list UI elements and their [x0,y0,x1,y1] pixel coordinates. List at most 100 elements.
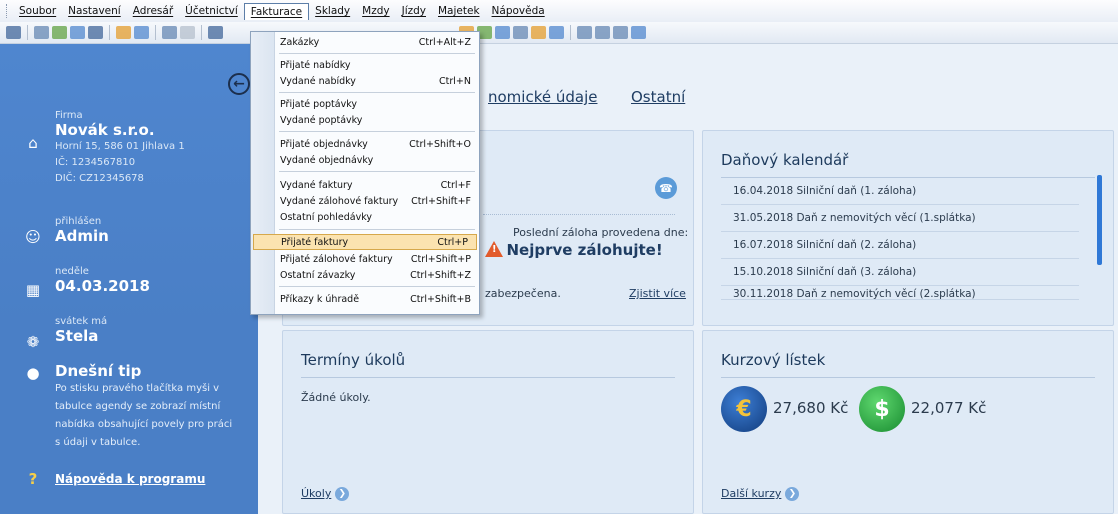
menu-separator [279,171,475,172]
menu-majetek[interactable]: Majetek [432,3,486,19]
chevron-right-icon[interactable]: ❯ [785,487,800,501]
euro-icon: € [721,386,767,432]
menu-adresar[interactable]: Adresář [127,3,179,19]
menu-item-vydane-faktury[interactable]: Vydané faktury Ctrl+F [251,177,479,193]
usd-rate: 22,077 Kč [911,399,987,417]
menu-separator [279,229,475,230]
help-cursor-icon[interactable] [631,26,646,39]
toolbar-separator [201,25,202,40]
grid-icon[interactable] [595,26,610,39]
menu-item-prikazy-k-uhrade[interactable]: Příkazy k úhradě Ctrl+Shift+B [251,291,479,307]
back-arrow-icon[interactable] [162,26,177,39]
filter-icon[interactable] [134,26,149,39]
nameday-block: svátek má Stela [55,316,107,345]
menu-item-zakazky[interactable]: Zakázky Ctrl+Alt+Z [251,34,479,50]
tax-calendar-scrollbar[interactable] [1097,175,1102,265]
tab-other[interactable]: Ostatní [631,88,685,106]
tip-title: Dnešní tip [55,362,142,380]
tip-text: Po stisku pravého tlačítka myši v tabulc… [55,383,233,448]
list-icon[interactable] [577,26,592,39]
login-label: přihlášen [55,216,102,227]
ean-icon[interactable] [549,26,564,39]
menu-nastaveni[interactable]: Nastavení [62,3,127,19]
backup-warning: Nejprve zálohujte! [485,241,663,259]
menu-jizdy[interactable]: Jízdy [396,3,432,19]
menu-item-vydane-objednavky[interactable]: Vydané objednávky [251,152,479,168]
day-label: neděle [55,266,89,277]
print-icon[interactable] [88,26,103,39]
menu-item-prijate-poptavky[interactable]: Přijaté poptávky [251,96,479,112]
more-info-link[interactable]: Zjistit více [629,287,686,300]
menu-item-vydane-nabidky[interactable]: Vydané nabídky Ctrl+N [251,73,479,89]
tax-calendar-card: Daňový kalendář 16.04.2018 Silniční daň … [702,130,1114,326]
chevron-right-icon[interactable]: ❯ [335,487,350,501]
no-tasks-text: Žádné úkoly. [301,391,371,404]
menu-separator [279,131,475,132]
collapse-sidebar-button[interactable]: ← [228,73,250,95]
table-icon[interactable] [495,26,510,39]
calculator-icon[interactable] [513,26,528,39]
last-backup-label: Poslední záloha provedena dne: [513,226,689,239]
menu-sklady[interactable]: Sklady [309,3,356,19]
firm-address: Horní 15, 586 01 Jihlava 1 [55,141,185,152]
firm-dic: DIČ: CZ12345678 [55,173,144,184]
menu-item-prijate-zalohove-faktury[interactable]: Přijaté zálohové faktury Ctrl+Shift+P [251,251,479,267]
nameday-label: svátek má [55,316,108,327]
menu-napoveda[interactable]: Nápověda [486,3,551,19]
menu-item-prijate-nabidky[interactable]: Přijaté nabídky [251,57,479,73]
menu-mzdy[interactable]: Mzdy [356,3,395,19]
firm-block: Firma Novák s.r.o. Horní 15, 586 01 Jihl… [55,110,185,187]
tab-economic[interactable]: nomické údaje [488,88,597,106]
backup-warning-text: Nejprve zálohujte! [506,241,663,259]
tasks-card: Termíny úkolů Žádné úkoly. Úkoly ❯ [282,330,694,514]
menu-bar: Soubor Nastavení Adresář Účetnictví Fakt… [0,0,1118,22]
date-block: neděle 04.03.2018 [55,266,150,295]
sidebar: ← ⌂ Firma Novák s.r.o. Horní 15, 586 01 … [0,44,258,514]
phone-icon[interactable]: ☎ [655,177,677,199]
secured-text: zabezpečena. [485,287,561,300]
tax-row[interactable]: 15.10.2018 Silniční daň (3. záloha) [721,259,1079,286]
users-icon[interactable] [531,26,546,39]
menu-item-ostatni-zavazky[interactable]: Ostatní závazky Ctrl+Shift+Z [251,267,479,283]
warning-icon [485,241,503,257]
open-icon[interactable] [34,26,49,39]
menu-item-vydane-zalohove-faktury[interactable]: Vydané zálohové faktury Ctrl+Shift+F [251,193,479,209]
toolbar-button-icon[interactable] [208,26,223,39]
toolbar-separator [109,25,110,40]
menu-item-ostatni-pohledavky[interactable]: Ostatní pohledávky [251,209,479,225]
menu-item-prijate-objednavky[interactable]: Přijaté objednávky Ctrl+Shift+O [251,136,479,152]
tasks-rule [301,377,675,378]
eur-rate: 27,680 Kč [773,399,849,417]
help-icon: ? [28,470,38,488]
tasks-link[interactable]: Úkoly [301,487,331,500]
help-link[interactable]: Nápověda k programu [55,472,205,486]
toolbar-separator [570,25,571,40]
menu-ucetnictvi[interactable]: Účetnictví [179,3,244,19]
menubar-grip[interactable] [6,4,9,18]
tax-row[interactable]: 30.11.2018 Daň z nemovitých věcí (2.splá… [721,286,1079,300]
menu-fakturace[interactable]: Fakturace [243,2,310,20]
tax-row[interactable]: 31.05.2018 Daň z nemovitých věcí (1.splá… [721,205,1079,232]
nameday-name: Stela [55,327,99,345]
menu-item-prijate-faktury[interactable]: Přijaté faktury Ctrl+P [253,234,477,250]
rates-rule [721,377,1095,378]
menu-soubor[interactable]: Soubor [13,3,62,19]
find-icon[interactable] [116,26,131,39]
tax-row[interactable]: 16.04.2018 Silniční daň (1. záloha) [721,178,1079,205]
more-rates-link[interactable]: Další kurzy [721,487,781,500]
report-icon[interactable] [613,26,628,39]
exchange-rates-card: Kurzový lístek € 27,680 Kč $ 22,077 Kč D… [702,330,1114,514]
rates-link-row: Další kurzy ❯ [721,487,800,501]
toolbar-grip-icon[interactable] [6,26,21,39]
calendar-icon: ▦ [25,281,41,299]
dollar-icon: $ [859,386,905,432]
menu-item-vydane-poptavky[interactable]: Vydané poptávky [251,112,479,128]
firm-label: Firma [55,110,83,121]
preview-icon[interactable] [70,26,85,39]
new-icon[interactable] [52,26,67,39]
forward-arrow-icon[interactable] [180,26,195,39]
lightbulb-icon: ● [26,364,40,382]
tax-row[interactable]: 16.07.2018 Silniční daň (2. záloha) [721,232,1079,259]
user-icon: ☺ [25,228,41,246]
tax-calendar-title: Daňový kalendář [721,151,849,169]
